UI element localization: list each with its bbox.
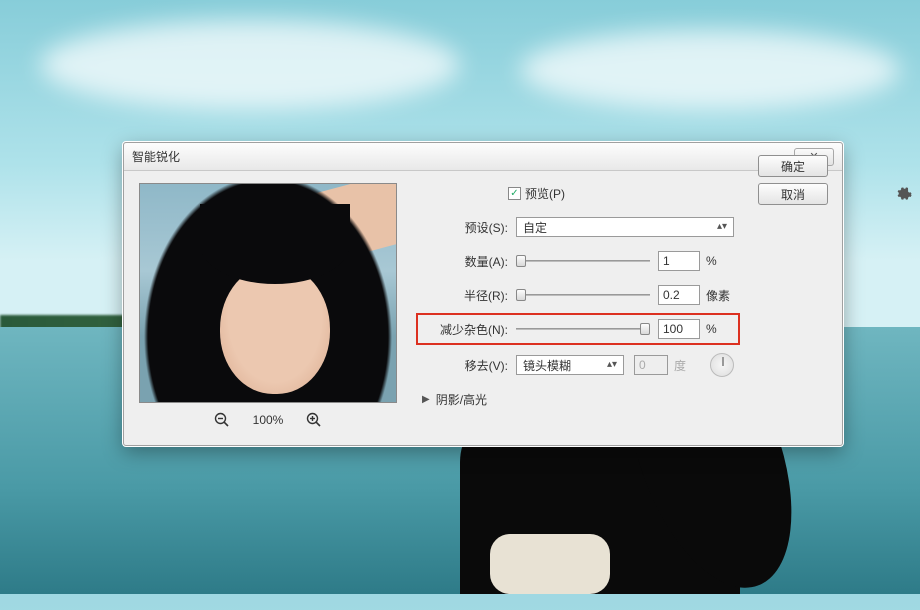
gear-icon xyxy=(896,187,912,203)
preset-value: 自定 xyxy=(523,219,547,236)
ok-label: 确定 xyxy=(781,158,805,175)
zoom-out-button[interactable] xyxy=(213,411,231,429)
reduce-noise-slider[interactable] xyxy=(516,321,650,337)
slider-thumb[interactable] xyxy=(516,289,526,301)
angle-input: 0 xyxy=(634,355,668,375)
ok-button[interactable]: 确定 xyxy=(758,155,828,177)
angle-dial[interactable] xyxy=(710,353,734,377)
slider-track xyxy=(516,260,650,262)
titlebar[interactable]: 智能锐化 ✕ xyxy=(124,143,842,171)
slider-track xyxy=(516,294,650,296)
cancel-button[interactable]: 取消 xyxy=(758,183,828,205)
shadows-highlights-disclosure[interactable]: ▶ 阴影/高光 xyxy=(422,391,734,408)
reduce-noise-input[interactable]: 100 xyxy=(658,319,700,339)
radius-unit: 像素 xyxy=(706,287,734,304)
zoom-in-button[interactable] xyxy=(305,411,323,429)
radius-input[interactable]: 0.2 xyxy=(658,285,700,305)
amount-input[interactable]: 1 xyxy=(658,251,700,271)
preview-bangs xyxy=(200,204,350,284)
slider-track xyxy=(516,328,650,330)
preset-select[interactable]: 自定 ▴▾ xyxy=(516,217,734,237)
preset-label: 预设(S): xyxy=(422,219,508,236)
reduce-noise-label: 减少杂色(N): xyxy=(422,321,508,338)
preview-checkbox-label: 预览(P) xyxy=(525,185,565,202)
cancel-label: 取消 xyxy=(781,186,805,203)
reduce-noise-unit: % xyxy=(706,322,734,336)
disclosure-label: 阴影/高光 xyxy=(436,391,487,408)
settings-gear-button[interactable] xyxy=(896,187,912,203)
preview-image[interactable] xyxy=(139,183,397,403)
amount-label: 数量(A): xyxy=(422,253,508,270)
remove-value: 镜头模糊 xyxy=(523,357,571,374)
zoom-in-icon xyxy=(306,412,322,428)
amount-unit: % xyxy=(706,254,734,268)
triangle-right-icon: ▶ xyxy=(422,394,430,405)
radius-label: 半径(R): xyxy=(422,287,508,304)
angle-unit: 度 xyxy=(674,357,702,374)
dialog-title: 智能锐化 xyxy=(132,148,794,165)
background-cloud xyxy=(520,30,900,110)
background-cloud xyxy=(40,20,460,110)
remove-label: 移去(V): xyxy=(422,357,508,374)
preview-checkbox[interactable]: ✓ xyxy=(508,187,521,200)
chevron-updown-icon: ▴▾ xyxy=(717,221,729,232)
amount-slider[interactable] xyxy=(516,253,650,269)
reduce-noise-row-highlight: 减少杂色(N): 100 % xyxy=(416,313,740,345)
slider-thumb[interactable] xyxy=(640,323,650,335)
zoom-out-icon xyxy=(214,412,230,428)
slider-thumb[interactable] xyxy=(516,255,526,267)
chevron-updown-icon: ▴▾ xyxy=(607,359,619,370)
smart-sharpen-dialog: 智能锐化 ✕ 100% xyxy=(123,142,843,446)
zoom-level: 100% xyxy=(253,413,284,427)
remove-select[interactable]: 镜头模糊 ▴▾ xyxy=(516,355,624,375)
radius-slider[interactable] xyxy=(516,287,650,303)
